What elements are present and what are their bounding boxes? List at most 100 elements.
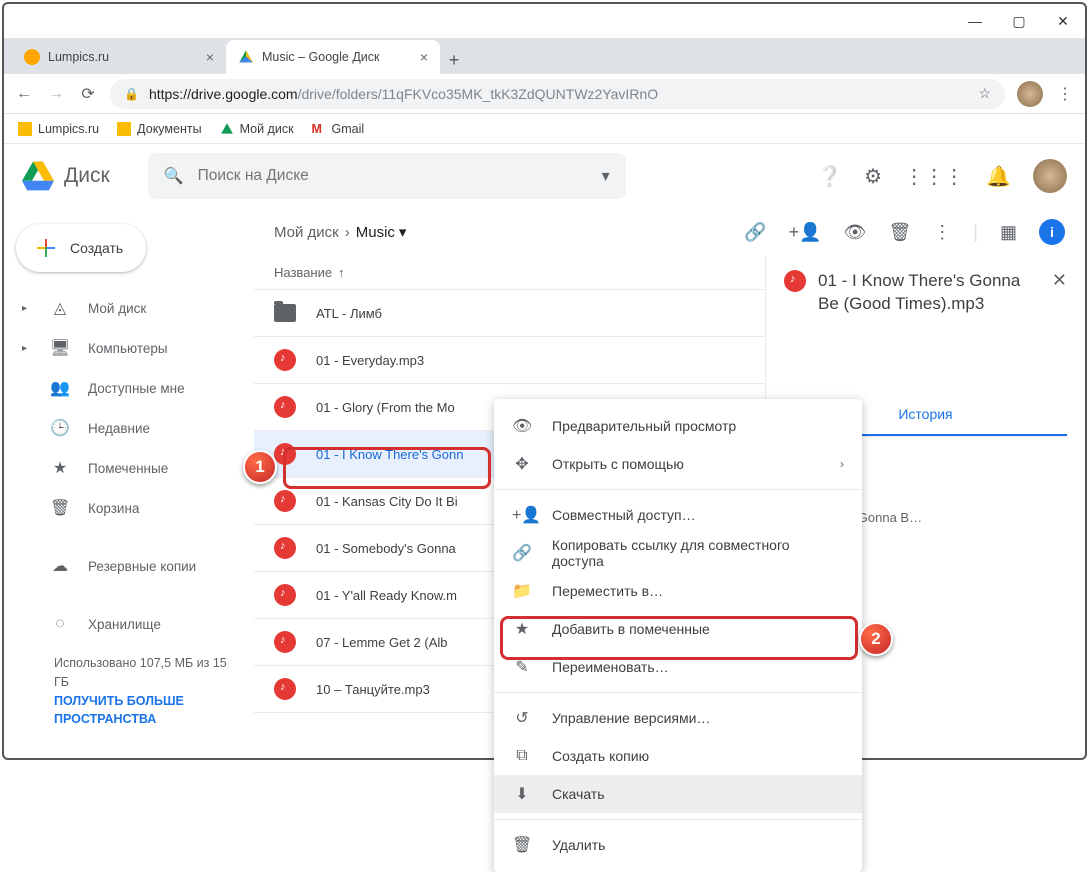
create-button[interactable]: Создать <box>16 224 146 272</box>
folder-icon <box>18 122 32 136</box>
details-title: 01 - I Know There's Gonna Be (Good Times… <box>818 270 1040 316</box>
breadcrumb-root[interactable]: Мой диск <box>274 224 339 241</box>
breadcrumb-current[interactable]: Music ▾ <box>356 223 407 241</box>
ctx-star[interactable]: ★Добавить в помеченные <box>494 610 862 648</box>
computer-icon: 🖥 <box>50 338 70 358</box>
profile-avatar[interactable] <box>1017 81 1043 107</box>
ctx-download[interactable]: ⬇Скачать <box>494 775 862 813</box>
file-row[interactable]: ATL - Лимб <box>254 290 765 337</box>
history-icon: ↺ <box>512 708 532 728</box>
gear-icon[interactable]: ⚙ <box>864 164 882 189</box>
audio-icon <box>274 537 296 559</box>
audio-icon <box>274 631 296 653</box>
audio-icon <box>274 443 296 465</box>
drive-name: Диск <box>64 164 110 188</box>
chevron-down-icon: ▾ <box>399 223 407 241</box>
bookmarks-bar: Lumpics.ru Документы Мой диск MGmail <box>4 114 1085 144</box>
help-icon[interactable]: ❔ <box>817 164 842 189</box>
info-button[interactable]: i <box>1039 219 1065 245</box>
plus-icon <box>34 236 58 260</box>
audio-icon <box>274 490 296 512</box>
url-text: https://drive.google.com/drive/folders/1… <box>149 86 658 102</box>
bookmark-item[interactable]: Мой диск <box>220 122 294 136</box>
eye-icon[interactable]: 👁 <box>844 222 867 243</box>
ctx-share[interactable]: +👤Совместный доступ… <box>494 496 862 534</box>
drive-icon: ◬ <box>50 298 70 318</box>
tab-title: Music – Google Диск <box>262 50 380 64</box>
sidebar-item-trash[interactable]: 🗑Корзина <box>4 490 254 526</box>
storage-info: Использовано 107,5 МБ из 15 ГБ ПОЛУЧИТЬ … <box>4 646 254 737</box>
ctx-preview[interactable]: 👁Предварительный просмотр <box>494 407 862 445</box>
audio-icon <box>274 396 296 418</box>
file-row[interactable]: 01 - Everyday.mp3 <box>254 337 765 384</box>
close-tab-button[interactable]: × <box>206 49 214 65</box>
drive-logo[interactable]: Диск <box>22 160 110 192</box>
favicon-icon <box>24 49 40 65</box>
trash-icon: 🗑 <box>512 835 532 855</box>
ctx-rename[interactable]: ✎Переименовать… <box>494 648 862 686</box>
move-icon: ✥ <box>512 454 532 474</box>
back-button[interactable]: ← <box>14 85 34 103</box>
add-person-icon: +👤 <box>512 505 532 525</box>
close-tab-button[interactable]: × <box>420 49 428 65</box>
sidebar-item-backups[interactable]: ☁Резервные копии <box>4 548 254 584</box>
folder-icon <box>117 122 131 136</box>
sidebar-item-storage[interactable]: ◌Хранилище <box>4 606 254 642</box>
link-icon[interactable]: 🔗 <box>744 222 766 243</box>
trash-icon: 🗑 <box>50 498 70 518</box>
ctx-versions[interactable]: ↺Управление версиями… <box>494 699 862 737</box>
reload-button[interactable]: ⟳ <box>78 84 98 104</box>
bookmark-star-icon[interactable]: ☆ <box>978 85 991 102</box>
ctx-move[interactable]: 📁Переместить в… <box>494 572 862 610</box>
arrow-up-icon: ↑ <box>338 265 345 280</box>
browser-tab[interactable]: Music – Google Диск × <box>226 40 440 74</box>
sidebar-item-computers[interactable]: ▸🖥Компьютеры <box>4 330 254 366</box>
browser-tab[interactable]: Lumpics.ru × <box>12 40 226 74</box>
link-icon: 🔗 <box>512 543 532 563</box>
chevron-right-icon: › <box>345 224 350 241</box>
ctx-copy-link[interactable]: 🔗Копировать ссылку для совместного досту… <box>494 534 862 572</box>
get-more-storage-link[interactable]: ПОЛУЧИТЬ БОЛЬШЕ ПРОСТРАНСТВА <box>54 694 184 727</box>
column-header[interactable]: Название↑ <box>254 256 765 290</box>
search-bar[interactable]: 🔍 ▾ <box>148 153 626 199</box>
ctx-delete[interactable]: 🗑Удалить <box>494 826 862 864</box>
search-input[interactable] <box>198 167 588 185</box>
chevron-right-icon: › <box>840 457 844 471</box>
bookmark-item[interactable]: Lumpics.ru <box>18 122 99 136</box>
account-avatar[interactable] <box>1033 159 1067 193</box>
more-icon[interactable]: ⋮ <box>933 222 951 243</box>
sidebar-item-starred[interactable]: ★Помеченные <box>4 450 254 486</box>
address-bar[interactable]: 🔒 https://drive.google.com/drive/folders… <box>110 79 1005 109</box>
ctx-copy[interactable]: ⧉Создать копию <box>494 737 862 775</box>
forward-button[interactable]: → <box>46 85 66 103</box>
maximize-button[interactable]: ▢ <box>1009 11 1029 31</box>
close-details-button[interactable]: ✕ <box>1052 270 1067 291</box>
sidebar-item-my-drive[interactable]: ▸◬Мой диск <box>4 290 254 326</box>
drive-header: Диск 🔍 ▾ ❔ ⚙ ⋮⋮⋮ 🔔 <box>4 144 1085 208</box>
callout-1: 1 <box>243 450 277 484</box>
minimize-button[interactable]: — <box>965 11 985 31</box>
trash-icon[interactable]: 🗑 <box>888 222 911 243</box>
sidebar-item-shared[interactable]: 👥Доступные мне <box>4 370 254 406</box>
grid-view-icon[interactable]: ▦ <box>1000 222 1017 243</box>
lock-icon: 🔒 <box>124 87 139 101</box>
download-icon: ⬇ <box>512 784 532 804</box>
tab-title: Lumpics.ru <box>48 50 109 64</box>
bookmark-item[interactable]: MGmail <box>312 122 365 136</box>
bookmark-item[interactable]: Документы <box>117 122 201 136</box>
sidebar-item-recent[interactable]: 🕒Недавние <box>4 410 254 446</box>
dropdown-icon[interactable]: ▾ <box>602 166 610 186</box>
gmail-icon: M <box>312 122 326 136</box>
copy-icon: ⧉ <box>512 747 532 765</box>
ctx-open-with[interactable]: ✥Открыть с помощью› <box>494 445 862 483</box>
browser-menu-button[interactable]: ⋮ <box>1055 84 1075 104</box>
add-person-icon[interactable]: +👤 <box>789 222 822 243</box>
sidebar: Создать ▸◬Мой диск ▸🖥Компьютеры 👥Доступн… <box>4 208 254 758</box>
context-menu: 👁Предварительный просмотр ✥Открыть с пом… <box>494 399 862 872</box>
toolbar: Мой диск › Music ▾ 🔗 +👤 👁 🗑 ⋮ | ▦ i <box>254 208 1085 256</box>
new-tab-button[interactable]: + <box>440 46 468 74</box>
notifications-icon[interactable]: 🔔 <box>986 164 1011 189</box>
cloud-outline-icon: ◌ <box>50 615 70 633</box>
close-window-button[interactable]: ✕ <box>1053 11 1073 31</box>
apps-icon[interactable]: ⋮⋮⋮ <box>904 164 964 189</box>
